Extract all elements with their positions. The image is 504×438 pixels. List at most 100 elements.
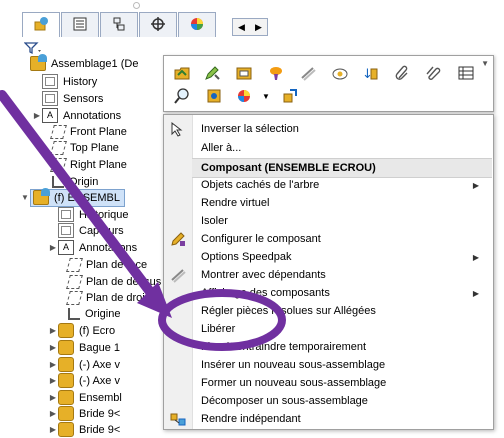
make-independent-icon (170, 411, 186, 427)
appearance-ball-icon[interactable] (236, 88, 252, 104)
open-part-icon[interactable] (174, 65, 190, 81)
tree-item-bride-2[interactable]: ▶ Bride 9< (48, 421, 120, 438)
tree-item-origin[interactable]: Origin (42, 173, 98, 190)
menu-item-label: Objets cachés de l'arbre (201, 179, 320, 191)
propertymanager-icon (72, 16, 88, 35)
tree-item-ensemble[interactable]: ▶ Ensembl (48, 389, 122, 406)
panel-grip-icon[interactable] (133, 2, 140, 9)
context-menu: Inverser la sélection Aller à... Composa… (163, 114, 494, 430)
menu-section-header: Composant (ENSEMBLE ECROU) (192, 158, 492, 178)
tab-featuremanager[interactable] (22, 12, 60, 37)
tree-item-top-plane[interactable]: Top Plane (42, 139, 119, 156)
scroll-right-icon[interactable]: ▶ (250, 19, 267, 35)
menu-item-set-resolved-lightweight[interactable]: Régler pièces résolues sur Allégées (164, 302, 493, 320)
context-toolbar: ▼ ↓ ▼ (163, 55, 494, 112)
tree-item-axe-2[interactable]: ▶ (-) Axe v (48, 372, 120, 389)
expander-icon[interactable]: ▶ (48, 326, 58, 335)
plane-icon (50, 124, 67, 139)
expander-icon[interactable]: ▶ (48, 376, 58, 385)
tree-item-history[interactable]: History (32, 73, 97, 90)
expander-icon[interactable]: ▶ (32, 111, 42, 120)
sensors-icon (58, 223, 74, 238)
tree-item-annotations-sub[interactable]: ▶ A Annotations (48, 239, 137, 256)
menu-header-label: Composant (ENSEMBLE ECROU) (201, 162, 376, 174)
table-icon[interactable] (458, 65, 474, 81)
menu-item-invert-selection[interactable]: Inverser la sélection (164, 120, 493, 138)
annotations-icon: A (42, 108, 58, 123)
tree-item-label: Right Plane (70, 158, 127, 171)
expander-icon[interactable]: ▶ (48, 425, 58, 434)
expander-icon[interactable]: ▶ (48, 360, 58, 369)
tab-configuration[interactable] (100, 12, 138, 37)
tree-item-label: (-) Axe v (79, 374, 120, 387)
tree-item-plan-de-face[interactable]: Plan de face (58, 256, 147, 273)
tree-item-ensemble-ecrou[interactable]: ▼ (f) ENSEMBL (20, 188, 126, 207)
tree-item-label: Origine (85, 307, 121, 320)
tree-item-capteurs[interactable]: Capteurs (48, 222, 124, 239)
tab-dimxpert[interactable] (139, 12, 177, 37)
menu-item-component-display[interactable]: Affichage des composants ▶ (164, 284, 493, 302)
edit-component-icon[interactable] (204, 65, 220, 81)
tree-item-front-plane[interactable]: Front Plane (42, 123, 127, 140)
paperclip-icon[interactable] (394, 65, 410, 81)
tree-item-sensors[interactable]: Sensors (32, 90, 103, 107)
tree-item-origine[interactable]: Origine (58, 305, 120, 322)
menu-item-make-virtual[interactable]: Rendre virtuel (164, 194, 493, 212)
menu-item-form-subassembly[interactable]: Former un nouveau sous-assemblage (164, 374, 493, 392)
scroll-left-icon[interactable]: ◀ (233, 19, 250, 35)
hide-icon[interactable] (300, 65, 316, 81)
sensors-icon (42, 91, 58, 106)
tree-item-label: Ensembl (79, 391, 122, 404)
menu-item-dissolve-subassembly[interactable]: Décomposer un sous-assemblage (164, 392, 493, 410)
expander-icon[interactable]: ▼ (20, 193, 30, 202)
expander-icon[interactable]: ▶ (48, 409, 58, 418)
menu-item-hidden-tree-items[interactable]: Objets cachés de l'arbre ▶ (164, 176, 493, 194)
tree-item-right-plane[interactable]: Right Plane (42, 156, 127, 173)
menu-item-isolate[interactable]: Isoler (164, 212, 493, 230)
tab-propertymanager[interactable] (61, 12, 99, 37)
menu-item-label: Options Speedpak (201, 251, 292, 263)
configure-icon[interactable] (282, 88, 298, 104)
tree-item-axe-1[interactable]: ▶ (-) Axe v (48, 356, 120, 373)
menu-item-label: Régler pièces résolues sur Allégées (201, 305, 376, 317)
component-properties-icon[interactable] (236, 65, 252, 81)
invert-selection-icon (170, 121, 186, 137)
mate-icon[interactable]: ↓ (362, 65, 378, 81)
tree-item-plan-de-droite[interactable]: Plan de droite (58, 289, 154, 306)
tree-item-bride-1[interactable]: ▶ Bride 9< (48, 405, 120, 422)
tree-item-ecrou[interactable]: ▶ (f) Ecro (48, 322, 115, 339)
tree-item-plan-de-dessus[interactable]: Plan de dessus (58, 273, 161, 290)
menu-item-insert-subassembly[interactable]: Insérer un nouveau sous-assemblage (164, 356, 493, 374)
appearance-icon (189, 16, 205, 35)
appearance-brush-icon[interactable] (268, 65, 284, 81)
expander-icon[interactable]: ▶ (48, 243, 58, 252)
tree-item-label: Origin (69, 175, 99, 188)
tab-appearance[interactable] (178, 12, 216, 37)
toolbar-expand-icon[interactable]: ▼ (481, 59, 489, 68)
menu-item-liberer[interactable]: Libérer (164, 320, 493, 338)
menu-item-make-independent[interactable]: Rendre indépendant (164, 410, 493, 428)
plane-icon (66, 290, 83, 305)
isolate-icon[interactable] (332, 65, 348, 81)
assembly-icon (33, 188, 50, 205)
menu-item-show-with-dependents[interactable]: Montrer avec dépendants (164, 266, 493, 284)
expander-icon[interactable]: ▶ (48, 393, 58, 402)
tree-item-historique[interactable]: Historique (48, 206, 129, 223)
zoom-to-selection-icon[interactable] (174, 88, 190, 104)
menu-item-configure-component[interactable]: Configurer le composant (164, 230, 493, 248)
tree-item-assembly-root[interactable]: Assemblage1 (De (20, 54, 138, 72)
menu-item-label: Rendre indépendant (201, 413, 301, 425)
tree-item-bague[interactable]: ▶ Bague 1 (48, 339, 120, 356)
tree-item-selection[interactable]: (f) ENSEMBL (30, 188, 126, 207)
tree-item-annotations[interactable]: ▶ A Annotations (32, 107, 121, 124)
expander-icon[interactable]: ▶ (48, 343, 58, 352)
tree-item-label: Annotations (63, 109, 122, 122)
tree-item-label: Bride 9< (79, 407, 121, 420)
component-view-icon[interactable] (206, 88, 222, 104)
submenu-arrow-icon: ▶ (472, 252, 479, 262)
menu-item-go-to[interactable]: Aller à... (164, 139, 493, 157)
menu-item-fix-constrain-temporarily[interactable]: Fixer/Contraindre temporairement (164, 338, 493, 356)
link-icon[interactable] (426, 65, 442, 81)
menu-item-speedpak-options[interactable]: Options Speedpak ▶ (164, 248, 493, 266)
dropdown-arrow-icon[interactable]: ▼ (258, 88, 274, 104)
